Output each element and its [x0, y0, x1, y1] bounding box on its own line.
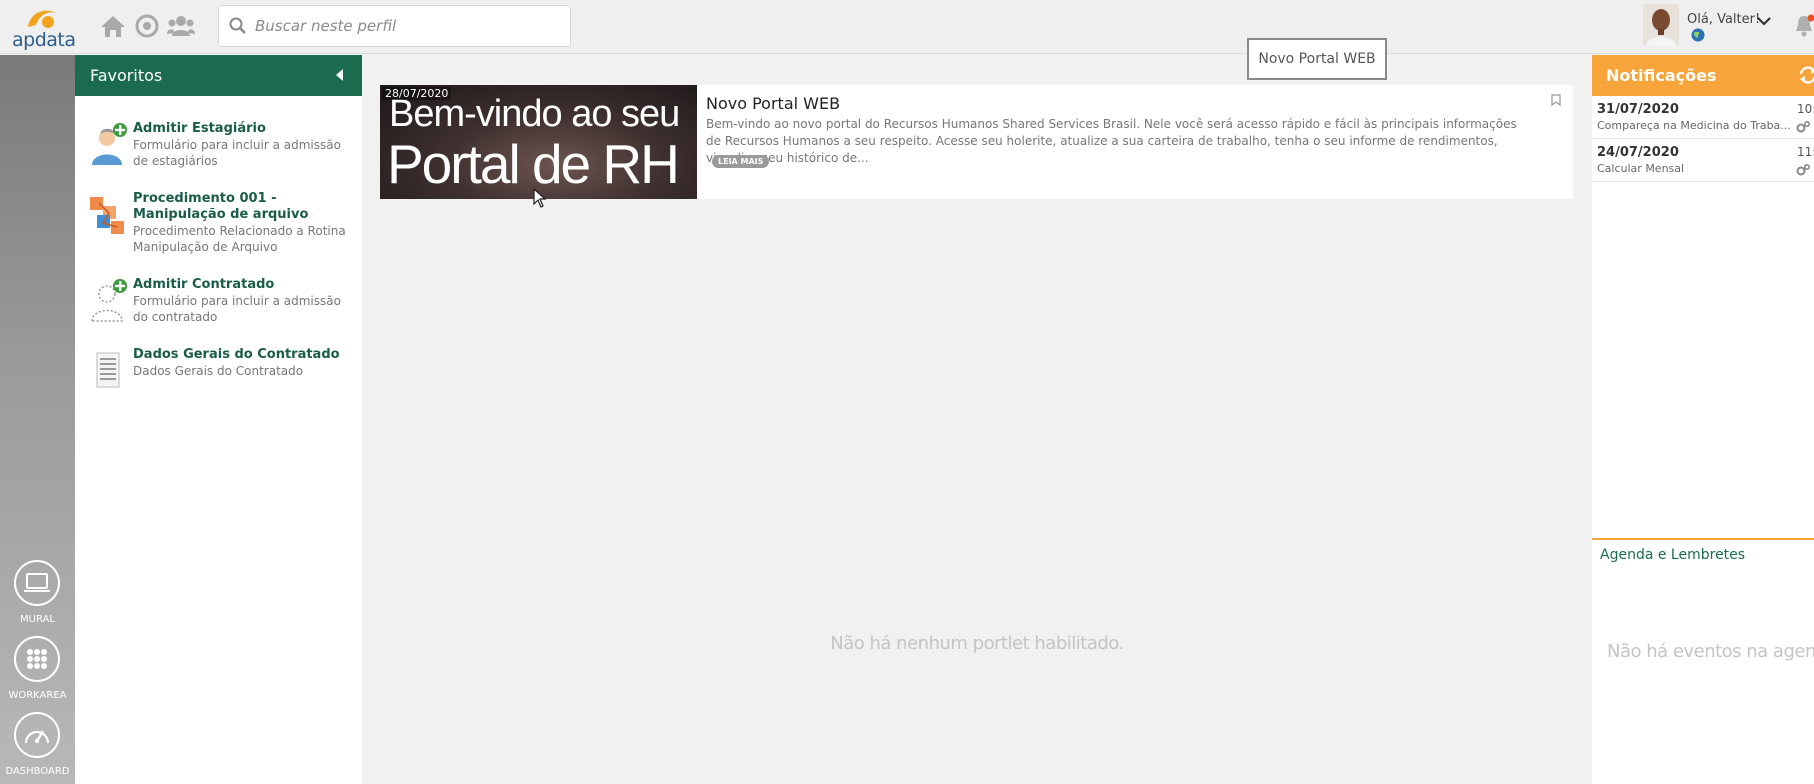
- bookmark-icon[interactable]: [1551, 94, 1561, 106]
- home-icon[interactable]: [99, 12, 127, 40]
- news-card[interactable]: Bem-vindo ao seu Portal de RH 28/07/2020…: [380, 85, 1573, 199]
- monitor-icon: [24, 573, 50, 592]
- chevron-down-icon[interactable]: [1757, 16, 1771, 26]
- user-greeting: Olá, Valter!: [1687, 12, 1761, 27]
- notification-date: 31/07/2020: [1597, 102, 1679, 117]
- favorite-title: Admitir Contratado: [133, 277, 275, 292]
- rail-label-dashboard: DASHBOARD: [5, 766, 70, 777]
- news-body: Bem-vindo ao novo portal do Recursos Hum…: [706, 117, 1517, 165]
- search-input[interactable]: [255, 17, 555, 35]
- notification-text: Compareça na Medicina do Traba...: [1597, 119, 1791, 132]
- news-title[interactable]: Novo Portal WEB: [706, 94, 840, 113]
- favorite-title: Admitir Estagiário: [133, 121, 266, 136]
- favorite-title: Dados Gerais do Contratado: [133, 347, 340, 362]
- tooltip: Novo Portal WEB: [1247, 38, 1387, 80]
- favorite-item-admitir-estagiario[interactable]: Admitir Estagiário Formulário para inclu…: [75, 111, 362, 181]
- favorites-header: Favoritos: [75, 55, 362, 96]
- gears-icon: [1796, 121, 1810, 133]
- news-banner-image[interactable]: Bem-vindo ao seu Portal de RH 28/07/2020: [380, 85, 697, 199]
- top-bar: apdata Olá, Valter!: [0, 0, 1814, 54]
- notification-text: Calcular Mensal: [1597, 162, 1685, 175]
- logo-swoosh-icon: [28, 10, 56, 28]
- favorite-description: Formulário para incluir a admissão de es…: [133, 138, 341, 168]
- rail-dashboard-button[interactable]: [14, 712, 60, 758]
- refresh-icon[interactable]: [1798, 66, 1814, 84]
- favorite-item-procedimento-001[interactable]: Procedimento 001 - Manipulação de arquiv…: [75, 181, 362, 267]
- news-date: 28/07/2020: [382, 87, 452, 100]
- favorite-item-admitir-contratado[interactable]: Admitir Contratado Formulário para inclu…: [75, 267, 362, 337]
- rail-label-workarea: WORKAREA: [8, 690, 67, 701]
- notification-item[interactable]: 24/07/2020 Calcular Mensal 11:: [1592, 139, 1814, 182]
- favorite-title: Procedimento 001 - Manipulação de arquiv…: [133, 191, 309, 222]
- banner-line-2: Portal de RH: [387, 133, 680, 195]
- favorites-panel: Favoritos Admitir Estagiário Formulário …: [75, 55, 362, 784]
- globe-icon[interactable]: [1691, 28, 1705, 42]
- document-icon: [96, 352, 120, 388]
- procedure-icon: [90, 197, 124, 234]
- favorites-list: Admitir Estagiário Formulário para inclu…: [75, 96, 362, 391]
- notification-date: 24/07/2020: [1597, 145, 1679, 160]
- rail-mural-button[interactable]: [14, 560, 60, 606]
- empty-portlet-message: Não há nenhum portlet habilitado.: [830, 633, 1124, 654]
- logo-text: apdata: [12, 29, 76, 51]
- gauge-icon: [24, 730, 50, 744]
- search-box[interactable]: [218, 5, 571, 47]
- notification-time: 10:: [1797, 102, 1814, 116]
- users-icon[interactable]: [167, 12, 195, 40]
- favorites-title: Favoritos: [90, 66, 163, 85]
- favorite-description: Procedimento Relacionado a Rotina Manipu…: [133, 224, 346, 254]
- target-icon[interactable]: [133, 12, 161, 40]
- rail-label-mural: MURAL: [20, 614, 55, 625]
- notification-time: 11:: [1797, 145, 1814, 159]
- notifications-header: Notificações: [1592, 55, 1814, 96]
- favorite-description: Formulário para incluir a admissão do co…: [133, 294, 341, 324]
- notifications-title: Notificações: [1606, 66, 1717, 85]
- rail-workarea-button[interactable]: [14, 636, 60, 682]
- grid-icon: [27, 649, 47, 669]
- apdata-logo[interactable]: apdata: [12, 5, 76, 51]
- agenda-empty-message: Não há eventos na agenda: [1607, 641, 1814, 662]
- collapse-left-icon[interactable]: [336, 69, 344, 81]
- left-rail: MURAL WORKAREA DASHBOARD: [0, 55, 75, 784]
- mouse-cursor-icon: [533, 188, 547, 208]
- agenda-title[interactable]: Agenda e Lembretes: [1600, 547, 1745, 563]
- agenda-divider: [1592, 538, 1814, 540]
- favorite-description: Dados Gerais do Contratado: [133, 364, 304, 378]
- search-icon: [229, 17, 246, 34]
- user-avatar[interactable]: [1643, 4, 1679, 46]
- add-person-icon: [92, 123, 127, 165]
- read-more-button[interactable]: LEIA MAIS: [712, 155, 770, 168]
- favorite-item-dados-gerais[interactable]: Dados Gerais do Contratado Dados Gerais …: [75, 337, 362, 391]
- right-panel: Notificações 31/07/2020 Compareça na Med…: [1592, 55, 1814, 784]
- gears-icon: [1796, 164, 1810, 176]
- notification-bell-icon[interactable]: [1794, 14, 1814, 38]
- notification-item[interactable]: 31/07/2020 Compareça na Medicina do Trab…: [1592, 96, 1814, 139]
- add-contractor-icon: [91, 279, 127, 322]
